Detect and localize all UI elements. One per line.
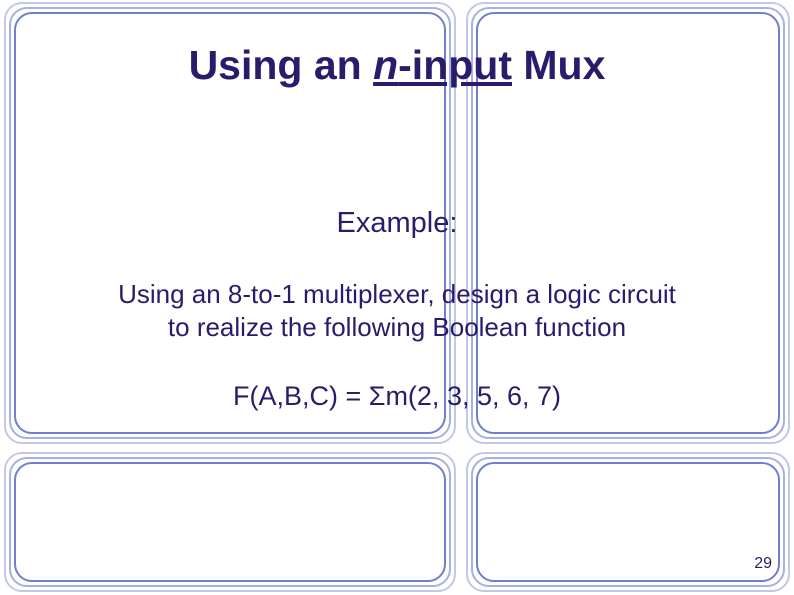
sigma-symbol: Σ — [369, 381, 386, 411]
slide-title: Using an n-input Mux — [0, 42, 794, 89]
body-text: Using an 8-to-1 multiplexer, design a lo… — [0, 278, 794, 343]
panel-frame — [14, 462, 446, 582]
page-number: 29 — [754, 555, 772, 573]
formula: F(A,B,C) = Σm(2, 3, 5, 6, 7) — [0, 381, 794, 412]
body-line-2: to realize the following Boolean functio… — [40, 311, 754, 344]
formula-lhs: F(A,B,C) = — [233, 381, 369, 411]
title-n: n — [373, 42, 398, 88]
body-line-1: Using an 8-to-1 multiplexer, design a lo… — [40, 278, 754, 311]
example-label: Example: — [0, 207, 794, 240]
title-ninput: n-input — [373, 42, 512, 88]
title-prefix: Using an — [189, 42, 374, 88]
slide-content: Using an n-input Mux Example: Using an 8… — [0, 0, 794, 412]
formula-rhs: m(2, 3, 5, 6, 7) — [385, 381, 561, 411]
title-input-suffix: -input — [398, 42, 512, 88]
panel-frame — [476, 462, 780, 582]
title-suffix: Mux — [512, 42, 605, 88]
